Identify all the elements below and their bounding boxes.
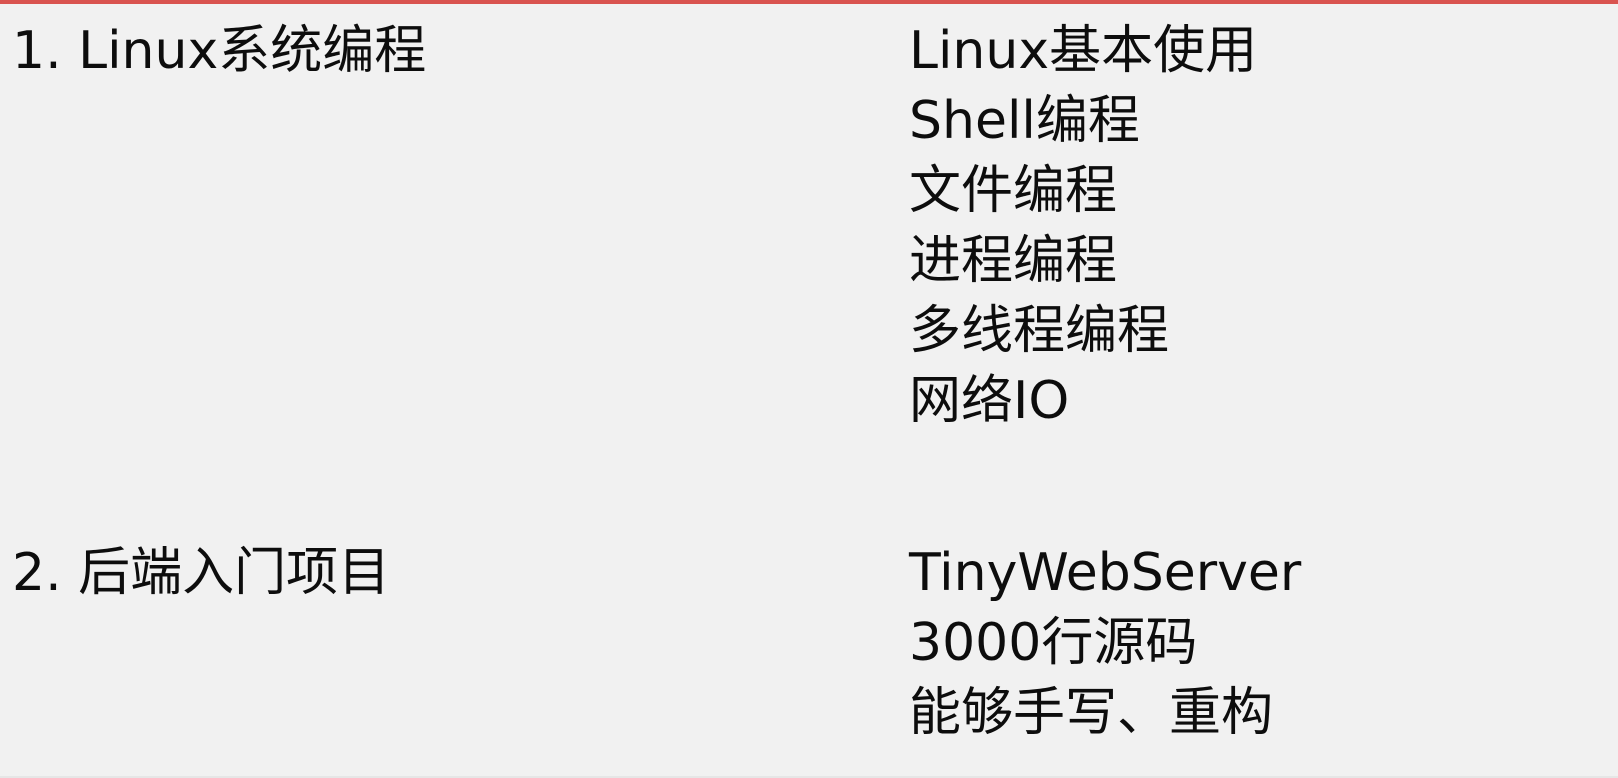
- topic-item: 多线程编程: [909, 301, 1170, 361]
- topic-item: 网络IO: [909, 371, 1070, 431]
- topic-list: TinyWebServer 3000行源码 能够手写、重构: [909, 538, 1301, 748]
- topic-item: 能够手写、重构: [909, 683, 1274, 743]
- section-title: 2. 后端入门项目: [12, 543, 391, 603]
- topic-item: 进程编程: [909, 231, 1118, 291]
- topic-item: TinyWebServer: [909, 543, 1302, 603]
- slide-content: 1. Linux系统编程 Linux基本使用 Shell编程 文件编程 进程编程…: [0, 4, 1618, 778]
- topic-item: 3000行源码: [909, 613, 1198, 673]
- topic-item: Shell编程: [909, 91, 1140, 151]
- section-title: 1. Linux系统编程: [12, 21, 427, 81]
- topic-list: Linux基本使用 Shell编程 文件编程 进程编程 多线程编程 网络IO: [909, 16, 1257, 436]
- topic-item: 文件编程: [909, 161, 1118, 221]
- topic-item: Linux基本使用: [909, 21, 1258, 81]
